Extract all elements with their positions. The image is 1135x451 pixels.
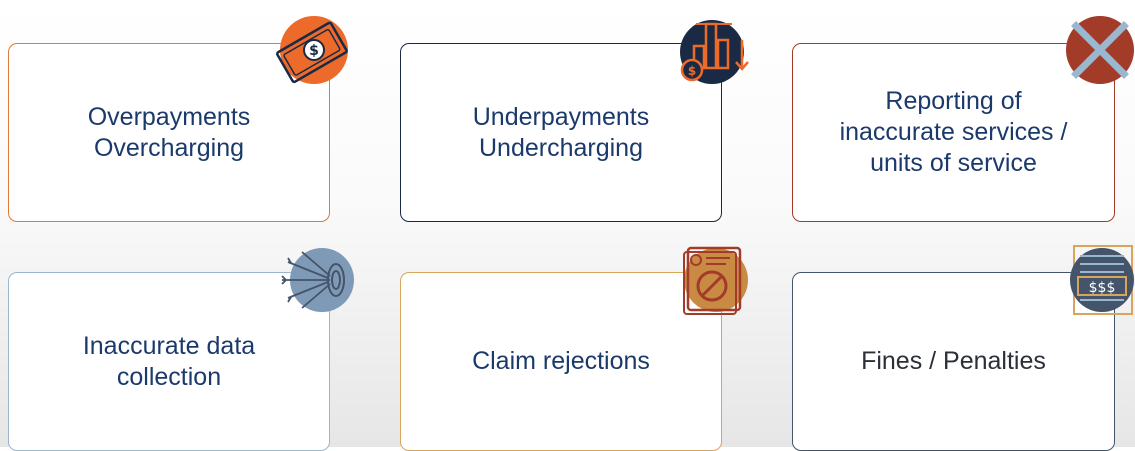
svg-text:$: $	[309, 43, 319, 59]
invoice-dollar-icon: $$$	[1062, 240, 1135, 320]
card-label: Overpayments Overcharging	[87, 102, 251, 162]
card-label: Reporting of inaccurate services / units…	[839, 87, 1068, 177]
svg-text:$$$: $$$	[1089, 280, 1116, 296]
cross-mark-icon	[1062, 12, 1135, 92]
card-claim-rejections: Claim rejections	[400, 272, 722, 451]
money-bill-icon: $	[274, 10, 354, 90]
rejected-document-icon	[676, 238, 756, 318]
svg-text:$: $	[688, 64, 696, 78]
card-label: Underpayments Undercharging	[472, 102, 650, 162]
target-arrows-icon	[278, 240, 358, 320]
card-label: Claim rejections	[472, 347, 650, 375]
card-label: Inaccurate data collection	[82, 331, 256, 391]
card-label: Fines / Penalties	[861, 347, 1046, 375]
city-coins-icon: $	[672, 10, 752, 90]
